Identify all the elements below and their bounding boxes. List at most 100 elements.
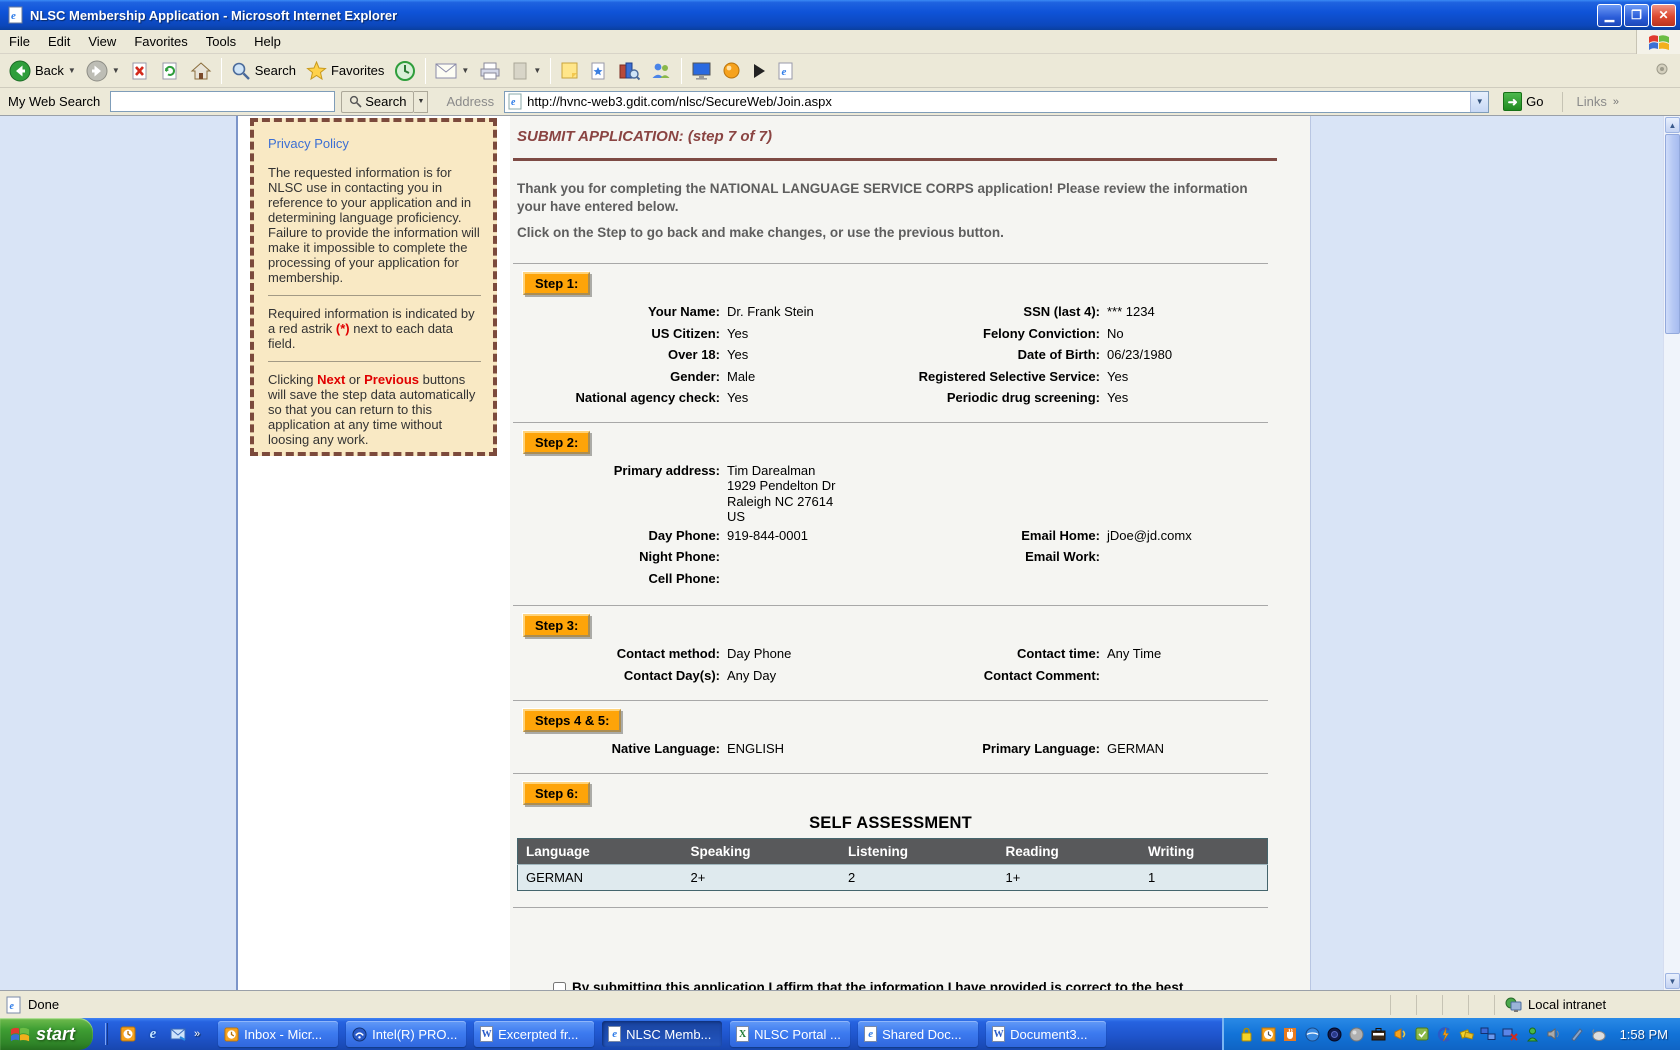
menu-help[interactable]: Help [245, 31, 290, 52]
field-row: Cell Phone: [513, 568, 1292, 590]
quick-launch-chevron-icon[interactable]: » [194, 1028, 200, 1040]
ie-page-button[interactable]: e [772, 56, 799, 86]
go-button[interactable]: ➜ Go [1497, 91, 1549, 112]
tray-camera-icon[interactable] [1326, 1026, 1343, 1043]
step3-button[interactable]: Step 3: [523, 614, 590, 637]
refresh-button[interactable] [155, 56, 185, 86]
back-button[interactable]: Back ▼ [4, 56, 81, 86]
tray-briefcase-icon[interactable] [1370, 1026, 1387, 1043]
back-dropdown-icon[interactable]: ▼ [68, 66, 76, 75]
discuss-button[interactable] [555, 56, 584, 86]
word-icon: W [992, 1026, 1005, 1042]
quick-launch-handle[interactable] [105, 1023, 108, 1045]
favorites-button[interactable]: Favorites [301, 56, 389, 86]
url-input[interactable] [527, 94, 1470, 109]
application-review-content: SUBMIT APPLICATION: (step 7 of 7) Thank … [510, 116, 1292, 990]
step1-button[interactable]: Step 1: [523, 272, 590, 295]
scrollbar-thumb[interactable] [1665, 134, 1680, 334]
tray-pen-icon[interactable] [1568, 1026, 1585, 1043]
privacy-policy-link[interactable]: Privacy Policy [268, 136, 481, 151]
books-icon [618, 61, 640, 81]
taskbar-button-nlsc-portal[interactable]: X NLSC Portal ... [730, 1021, 850, 1047]
mail-dropdown-icon[interactable]: ▼ [461, 66, 469, 75]
scroll-up-icon[interactable]: ▲ [1665, 117, 1680, 133]
msn-button[interactable] [717, 56, 746, 86]
tray-mouse-icon[interactable] [1590, 1026, 1607, 1043]
tray-power-icon[interactable] [1436, 1026, 1453, 1043]
field-row: National agency check:YesPeriodic drug s… [513, 387, 1292, 409]
tray-green-box-icon[interactable] [1414, 1026, 1431, 1043]
links-menu[interactable]: Links » [1562, 92, 1623, 112]
toolbar-extra-icon[interactable] [1654, 61, 1670, 80]
field-row: Over 18:YesDate of Birth:06/23/1980 [513, 344, 1292, 366]
mail-button[interactable]: ▼ [430, 56, 474, 86]
address-field[interactable]: e ▼ [504, 91, 1489, 113]
taskbar-button-inbox[interactable]: Inbox - Micr... [218, 1021, 338, 1047]
taskbar-clock[interactable]: 1:58 PM [1620, 1027, 1668, 1042]
quick-launch-ie-icon[interactable]: e [144, 1025, 162, 1043]
print-button[interactable] [474, 56, 506, 86]
edit-dropdown-icon[interactable]: ▼ [533, 66, 541, 75]
research-button[interactable] [584, 56, 613, 86]
section-divider [513, 773, 1268, 774]
tray-network-error-icon[interactable] [1502, 1026, 1519, 1043]
menu-file[interactable]: File [0, 31, 39, 52]
scroll-down-icon[interactable]: ▼ [1665, 973, 1680, 989]
tray-agent-icon[interactable] [1524, 1026, 1541, 1043]
fullscreen-button[interactable] [686, 56, 717, 86]
taskbar-button-intel[interactable]: Intel(R) PRO... [346, 1021, 466, 1047]
address-dropdown-icon[interactable]: ▼ [1470, 92, 1488, 112]
media-button[interactable] [746, 56, 772, 86]
menu-favorites[interactable]: Favorites [125, 31, 196, 52]
tray-java-icon[interactable] [1282, 1026, 1299, 1043]
vertical-scrollbar[interactable]: ▲ ▼ [1663, 116, 1680, 990]
menu-tools[interactable]: Tools [197, 31, 245, 52]
menu-view[interactable]: View [79, 31, 125, 52]
search-button[interactable]: Search [226, 56, 301, 86]
forward-button[interactable]: ▼ [81, 56, 125, 86]
taskbar-button-shared-documents[interactable]: e Shared Doc... [858, 1021, 978, 1047]
stop-button[interactable] [125, 56, 155, 86]
privacy-paragraph-1: The requested information is for NLSC us… [268, 165, 481, 285]
quick-launch-outlook-express-icon[interactable] [169, 1025, 187, 1043]
step6-button[interactable]: Step 6: [523, 782, 590, 805]
tray-lock-icon[interactable] [1238, 1026, 1255, 1043]
start-button[interactable]: start [0, 1018, 93, 1050]
ie-doc-icon: e [777, 61, 794, 81]
restore-button[interactable]: ❐ [1624, 4, 1649, 27]
quick-launch-outlook-icon[interactable] [119, 1025, 137, 1043]
encarta-button[interactable] [613, 56, 645, 86]
web-search-dropdown-icon[interactable]: ▼ [414, 91, 428, 113]
tray-network-icon[interactable] [1480, 1026, 1497, 1043]
tray-sphere-icon[interactable] [1348, 1026, 1365, 1043]
tray-globe-icon[interactable] [1304, 1026, 1321, 1043]
step2-button[interactable]: Step 2: [523, 431, 590, 454]
tray-volume-icon[interactable] [1546, 1026, 1563, 1043]
taskbar-button-excerpted[interactable]: W Excerpted fr... [474, 1021, 594, 1047]
edit-button[interactable]: ▼ [506, 56, 546, 86]
forward-dropdown-icon[interactable]: ▼ [112, 66, 120, 75]
history-button[interactable] [389, 56, 421, 86]
messenger-button[interactable] [645, 56, 677, 86]
tray-keys-icon[interactable] [1458, 1026, 1475, 1043]
status-text: Done [28, 997, 59, 1012]
address-ie-icon: e [508, 93, 523, 110]
menu-edit[interactable]: Edit [39, 31, 79, 52]
my-web-search-label: My Web Search [0, 94, 110, 109]
tray-clock-icon[interactable] [1260, 1026, 1277, 1043]
taskbar-button-document3[interactable]: W Document3... [986, 1021, 1106, 1047]
close-button[interactable]: ✕ [1651, 4, 1676, 27]
section-divider [513, 605, 1268, 606]
affirmation-checkbox[interactable] [553, 982, 566, 991]
home-button[interactable] [185, 56, 217, 86]
back-icon [9, 60, 31, 82]
status-pane [1416, 995, 1442, 1015]
web-search-input[interactable] [110, 91, 335, 112]
intranet-icon [1505, 997, 1522, 1013]
title-bar: e NLSC Membership Application - Microsof… [0, 0, 1680, 30]
taskbar-button-nlsc-membership[interactable]: e NLSC Memb... [602, 1021, 722, 1047]
tray-horn-icon[interactable] [1392, 1026, 1409, 1043]
minimize-button[interactable]: ▁ [1597, 4, 1622, 27]
steps-4-5-button[interactable]: Steps 4 & 5: [523, 709, 621, 732]
web-search-button[interactable]: Search [341, 91, 414, 113]
